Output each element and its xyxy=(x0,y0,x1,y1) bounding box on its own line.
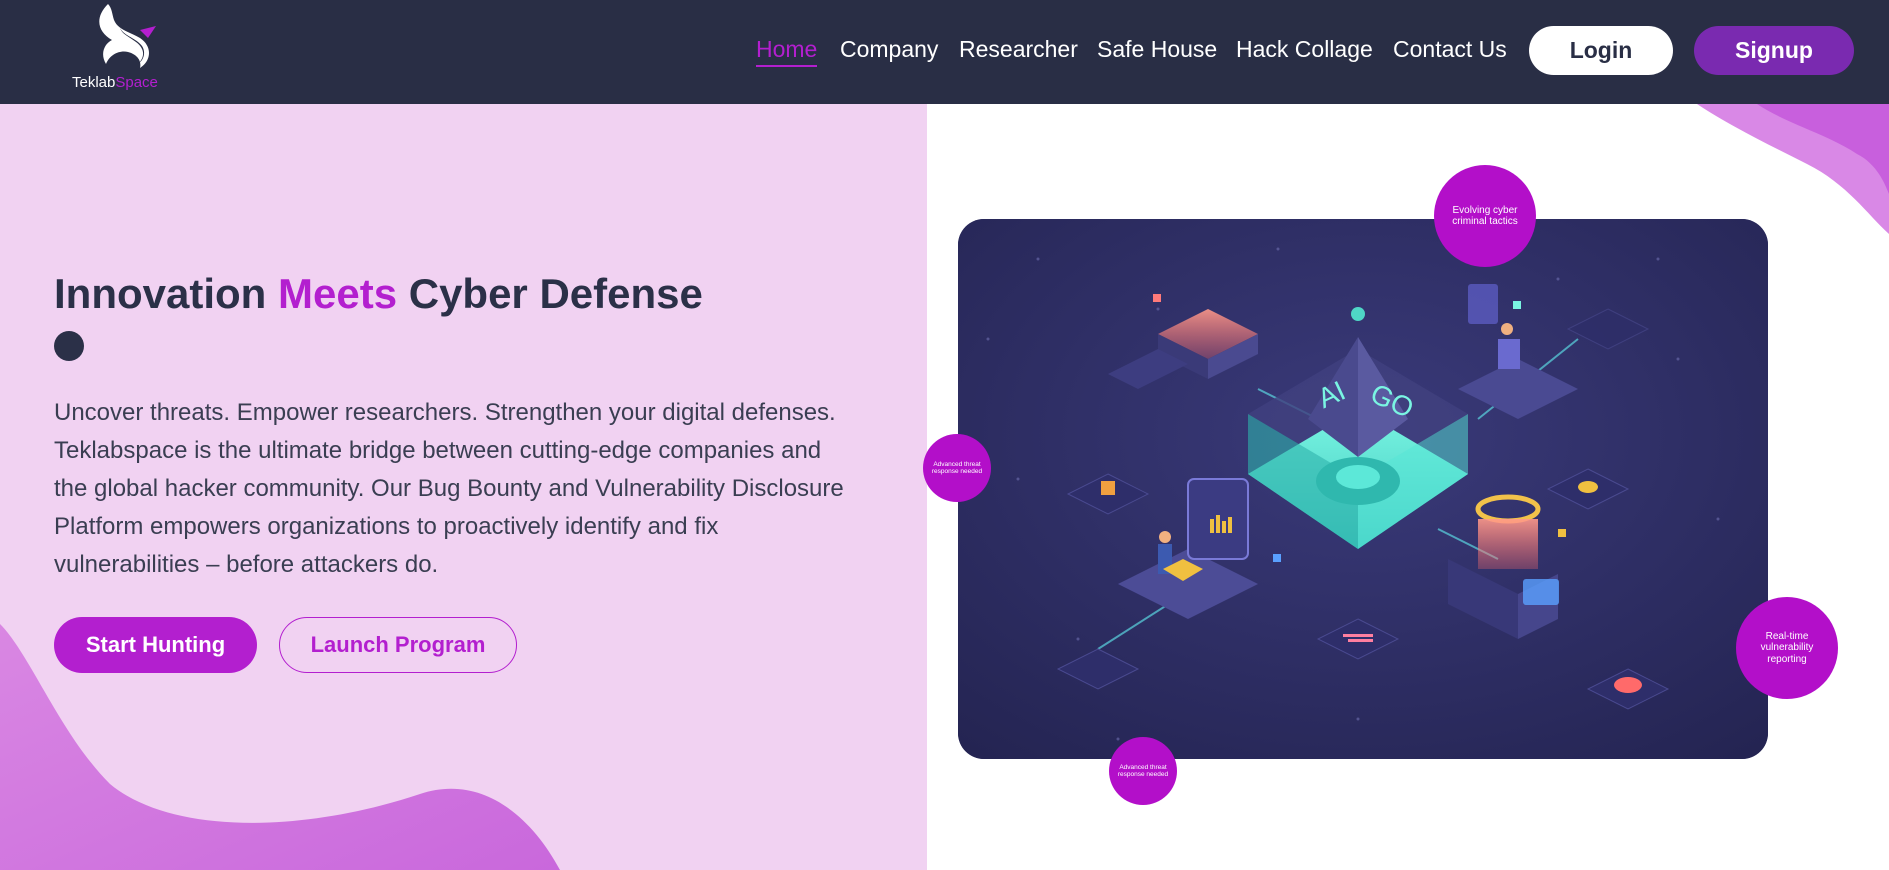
info-bubble-realtime-reporting: Real-time vulnerability reporting xyxy=(1736,597,1838,699)
info-bubble-threat-response-bottom: Advanced threat response needed xyxy=(1109,737,1177,805)
nav-item-contact-us[interactable]: Contact Us xyxy=(1393,36,1507,63)
start-hunting-button[interactable]: Start Hunting xyxy=(54,617,257,673)
cyber-isometric-illustration: AI GO xyxy=(958,219,1768,759)
hero-title: Innovation Meets Cyber Defense xyxy=(54,268,754,370)
navbar: TeklabSpace Home Company Researcher Safe… xyxy=(0,0,1889,104)
login-button[interactable]: Login xyxy=(1529,26,1673,75)
brand-logo[interactable]: TeklabSpace xyxy=(70,2,180,94)
hero-description: Uncover threats. Empower researchers. St… xyxy=(54,399,844,578)
launch-program-button[interactable]: Launch Program xyxy=(279,617,517,673)
theme-toggle-icon[interactable] xyxy=(54,329,110,361)
nav-item-home[interactable]: Home xyxy=(756,36,818,67)
brand-name-accent: Space xyxy=(115,74,158,91)
nav-item-safe-house[interactable]: Safe House xyxy=(1097,36,1217,63)
brand-name-main: Teklab xyxy=(72,74,116,91)
hero-title-part1: Innovation xyxy=(54,270,278,317)
nav-item-company[interactable]: Company xyxy=(840,36,938,63)
nav-item-researcher[interactable]: Researcher xyxy=(959,36,1078,63)
info-bubble-threat-response: Advanced threat response needed xyxy=(923,434,991,502)
hero-title-accent: Meets xyxy=(278,270,398,317)
info-bubble-evolving-tactics: Evolving cyber criminal tactics xyxy=(1434,165,1536,267)
brand-name: TeklabSpace xyxy=(72,74,158,91)
flame-wing-logo-icon xyxy=(99,4,156,68)
isometric-scene-image: AI GO xyxy=(958,219,1768,759)
toggle-dark-dot xyxy=(54,330,84,361)
hero-title-part2: Cyber Defense xyxy=(397,270,703,317)
decorative-blob xyxy=(0,624,560,870)
signup-button[interactable]: Signup xyxy=(1694,26,1854,75)
hero-section: Innovation Meets Cyber Defense Uncover t… xyxy=(0,104,927,870)
nav-item-hack-collage[interactable]: Hack Collage xyxy=(1236,36,1373,63)
